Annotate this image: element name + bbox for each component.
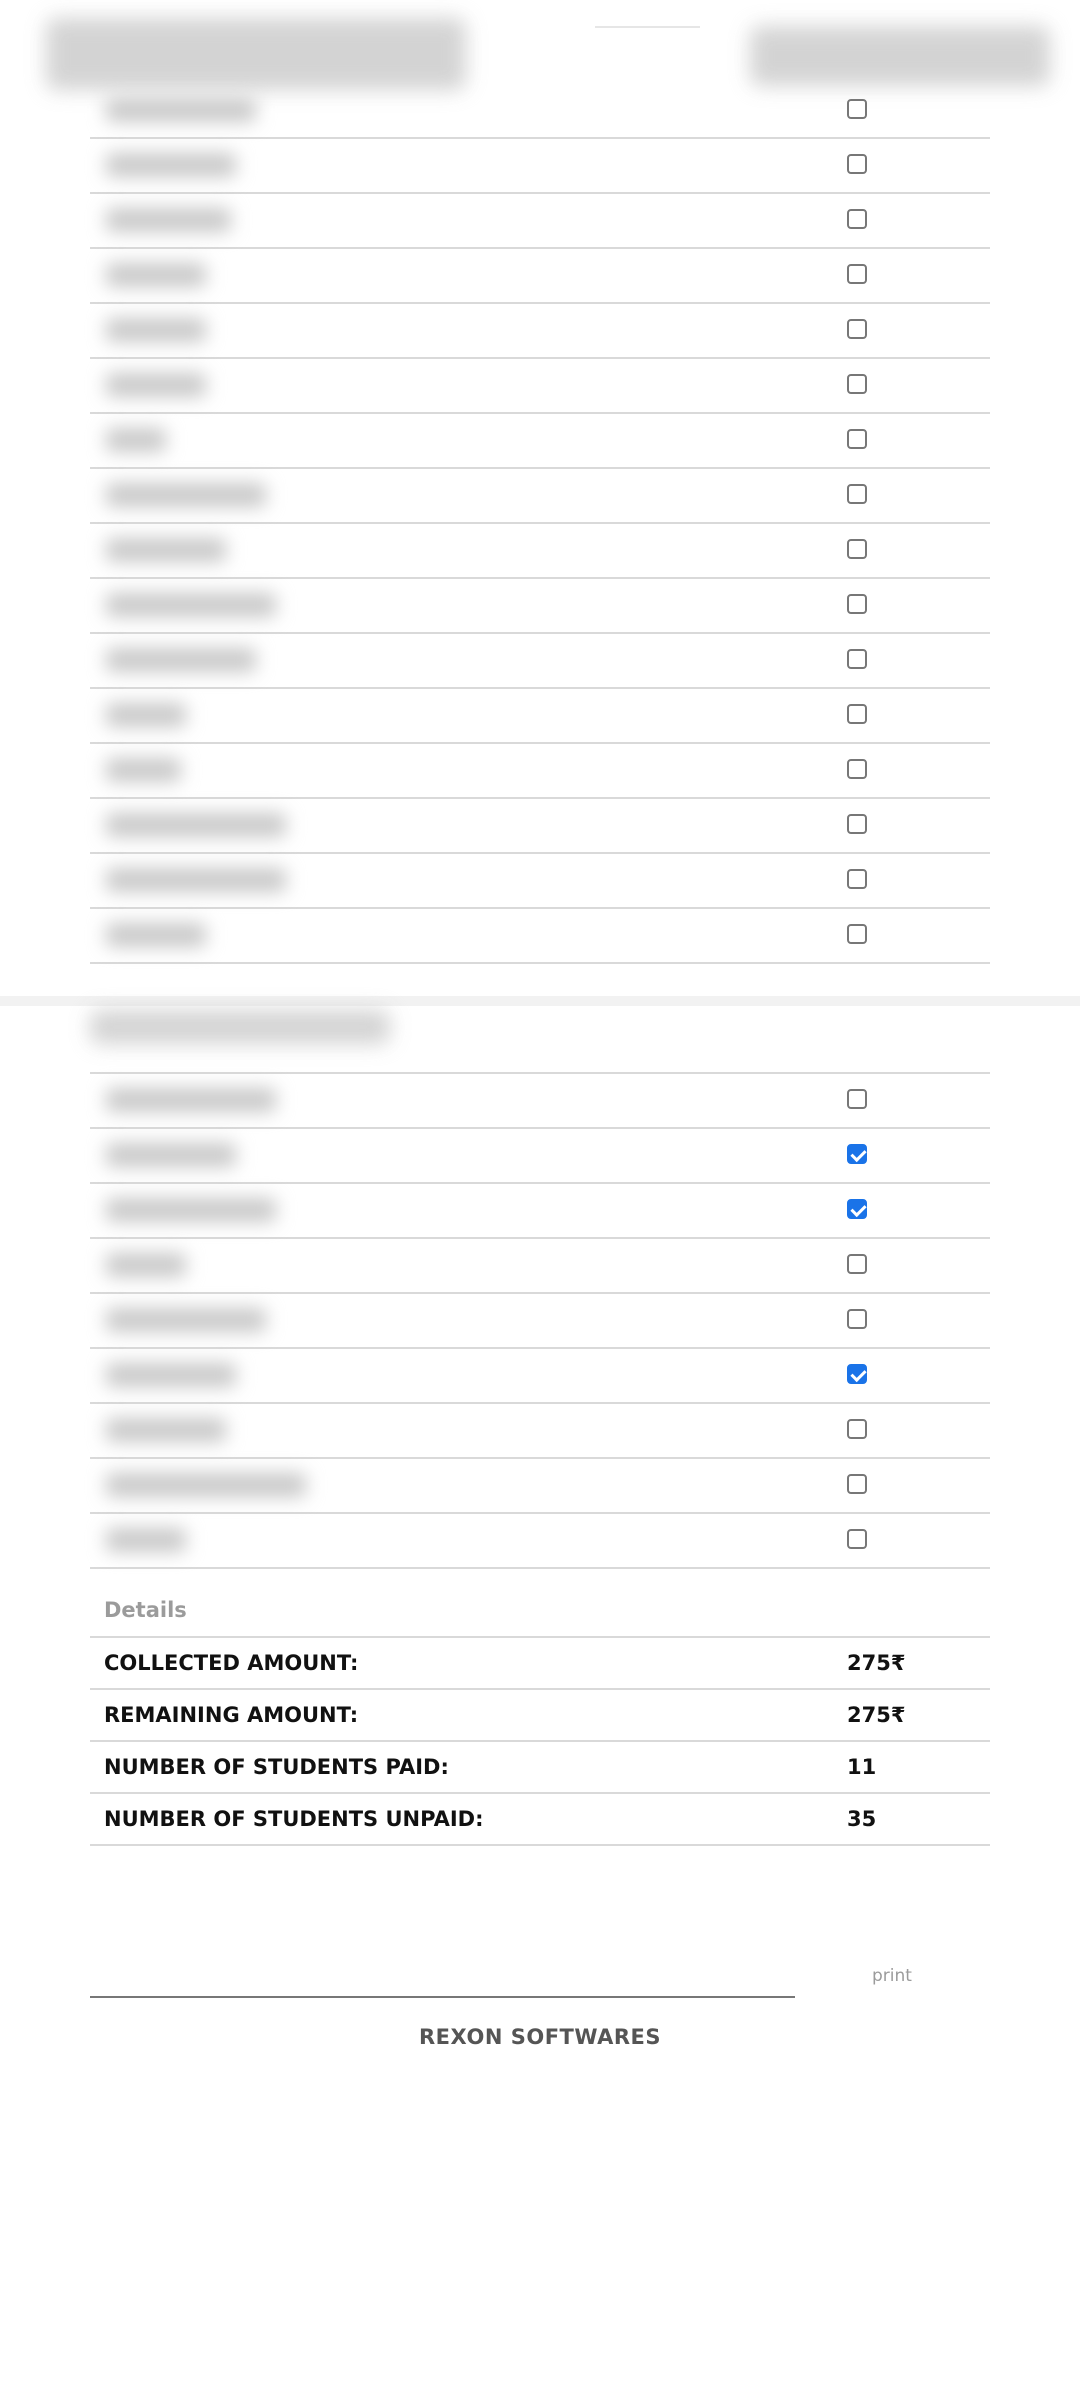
- blurred-student-name: [106, 1088, 276, 1112]
- student-row: [90, 799, 990, 854]
- blurred-student-name: [106, 593, 276, 617]
- blurred-student-name: [106, 208, 231, 232]
- student-row: [90, 1239, 990, 1294]
- student-row: [90, 744, 990, 799]
- student-row: [90, 634, 990, 689]
- row-value: 275₹: [847, 1703, 906, 1727]
- blurred-student-name: [106, 703, 186, 727]
- print-button[interactable]: print: [872, 1966, 912, 1986]
- header-divider: [595, 26, 700, 28]
- student-row: [90, 139, 990, 194]
- paid-checkbox[interactable]: [847, 594, 867, 614]
- blurred-student-name: [106, 1528, 186, 1552]
- paid-checkbox[interactable]: [847, 209, 867, 229]
- paid-checkbox[interactable]: [847, 429, 867, 449]
- paid-checkbox[interactable]: [847, 484, 867, 504]
- blurred-student-name: [106, 483, 266, 507]
- row-label: COLLECTED AMOUNT:: [104, 1651, 359, 1675]
- student-row: [90, 579, 990, 634]
- paid-checkbox[interactable]: [847, 264, 867, 284]
- row-value: 11: [847, 1755, 877, 1779]
- student-list-a: [90, 84, 990, 964]
- students-paid-row: NUMBER OF STUDENTS PAID: 11: [90, 1742, 990, 1794]
- blurred-student-name: [106, 1473, 306, 1497]
- blurred-student-name: [106, 98, 256, 122]
- student-row: [90, 249, 990, 304]
- blurred-student-name: [106, 1253, 186, 1277]
- paid-checkbox[interactable]: [847, 1254, 867, 1274]
- student-row: [90, 1514, 990, 1569]
- paid-checkbox[interactable]: [847, 704, 867, 724]
- blurred-student-name: [106, 1143, 236, 1167]
- student-row: [90, 1404, 990, 1459]
- blurred-student-name: [106, 758, 181, 782]
- student-row: [90, 1349, 990, 1404]
- details-title: Details: [90, 1590, 990, 1638]
- details-table: Details COLLECTED AMOUNT: 275₹ REMAINING…: [90, 1590, 990, 1846]
- paid-checkbox[interactable]: [847, 1309, 867, 1329]
- collected-amount-row: COLLECTED AMOUNT: 275₹: [90, 1638, 990, 1690]
- student-row: [90, 414, 990, 469]
- blurred-student-name: [106, 538, 226, 562]
- blurred-header-title: [46, 18, 466, 90]
- row-value: 35: [847, 1807, 877, 1831]
- row-label: REMAINING AMOUNT:: [104, 1703, 359, 1727]
- blurred-student-name: [106, 428, 166, 452]
- blurred-group-title: [90, 1010, 390, 1044]
- brand-footer: REXON SOFTWARES: [419, 2025, 661, 2049]
- blurred-student-name: [106, 153, 236, 177]
- student-list-b: [90, 1072, 990, 1569]
- paid-checkbox[interactable]: [847, 1364, 867, 1384]
- section-separator: [0, 996, 1080, 1006]
- paid-checkbox[interactable]: [847, 1089, 867, 1109]
- student-row: [90, 1459, 990, 1514]
- blurred-student-name: [106, 318, 206, 342]
- paid-checkbox[interactable]: [847, 649, 867, 669]
- paid-checkbox[interactable]: [847, 374, 867, 394]
- blurred-student-name: [106, 648, 256, 672]
- paid-checkbox[interactable]: [847, 759, 867, 779]
- blurred-student-name: [106, 1418, 226, 1442]
- paid-checkbox[interactable]: [847, 1529, 867, 1549]
- blurred-student-name: [106, 1308, 266, 1332]
- student-row: [90, 194, 990, 249]
- student-row: [90, 524, 990, 579]
- blurred-student-name: [106, 263, 206, 287]
- paid-checkbox[interactable]: [847, 1199, 867, 1219]
- student-row: [90, 1129, 990, 1184]
- blurred-student-name: [106, 1198, 276, 1222]
- paid-checkbox[interactable]: [847, 539, 867, 559]
- blurred-student-name: [106, 868, 286, 892]
- remaining-amount-row: REMAINING AMOUNT: 275₹: [90, 1690, 990, 1742]
- student-row: [90, 84, 990, 139]
- student-row: [90, 1184, 990, 1239]
- paid-checkbox[interactable]: [847, 1144, 867, 1164]
- row-value: 275₹: [847, 1651, 906, 1675]
- row-label: NUMBER OF STUDENTS UNPAID:: [104, 1807, 484, 1831]
- paid-checkbox[interactable]: [847, 1474, 867, 1494]
- paid-checkbox[interactable]: [847, 924, 867, 944]
- paid-checkbox[interactable]: [847, 154, 867, 174]
- blurred-student-name: [106, 923, 206, 947]
- blurred-student-name: [106, 373, 206, 397]
- student-row: [90, 304, 990, 359]
- paid-checkbox[interactable]: [847, 814, 867, 834]
- paid-checkbox[interactable]: [847, 1419, 867, 1439]
- signature-line: [90, 1996, 795, 1998]
- student-row: [90, 1074, 990, 1129]
- row-label: NUMBER OF STUDENTS PAID:: [104, 1755, 449, 1779]
- student-row: [90, 909, 990, 964]
- paid-checkbox[interactable]: [847, 319, 867, 339]
- student-row: [90, 359, 990, 414]
- paid-checkbox[interactable]: [847, 869, 867, 889]
- paid-checkbox[interactable]: [847, 99, 867, 119]
- blurred-header-info: [750, 26, 1050, 86]
- blurred-student-name: [106, 813, 286, 837]
- student-row: [90, 469, 990, 524]
- students-unpaid-row: NUMBER OF STUDENTS UNPAID: 35: [90, 1794, 990, 1846]
- student-row: [90, 854, 990, 909]
- student-row: [90, 1294, 990, 1349]
- student-row: [90, 689, 990, 744]
- blurred-student-name: [106, 1363, 236, 1387]
